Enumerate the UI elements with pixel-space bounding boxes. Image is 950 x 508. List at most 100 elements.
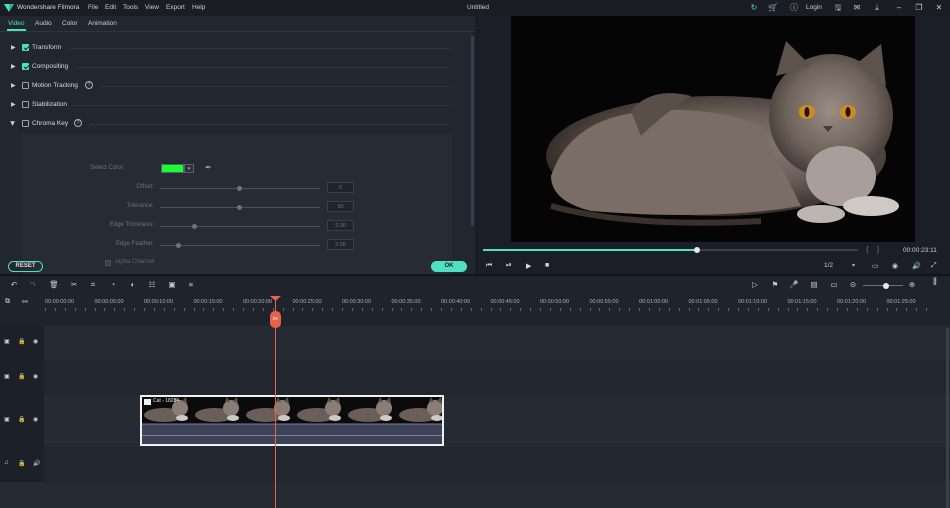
playback-progress[interactable] bbox=[483, 247, 858, 253]
video-clip[interactable]: Cat - 18284 bbox=[140, 395, 444, 446]
undo-icon[interactable]: ↶ bbox=[9, 280, 19, 289]
menu-view[interactable]: View bbox=[145, 4, 159, 11]
offset-value[interactable]: 0 bbox=[327, 182, 354, 193]
section-stabilization[interactable]: ▶ Stabilization bbox=[0, 96, 470, 114]
play-icon[interactable]: ▶ bbox=[526, 262, 531, 270]
offset-slider[interactable] bbox=[160, 185, 320, 191]
speaker-icon[interactable]: 🔊 bbox=[33, 460, 40, 467]
fit-icon[interactable]: ▣ bbox=[167, 280, 177, 289]
compositing-checkbox[interactable] bbox=[22, 63, 29, 70]
progress-knob[interactable] bbox=[693, 247, 700, 253]
help-icon[interactable]: ? bbox=[85, 81, 93, 89]
tab-audio[interactable]: Audio bbox=[35, 20, 52, 27]
link-icon[interactable]: ⚯ bbox=[22, 298, 28, 306]
volume-icon[interactable]: 🔊 bbox=[912, 262, 921, 270]
track-lane[interactable] bbox=[44, 326, 950, 360]
subtitle-icon[interactable]: ▭ bbox=[829, 280, 839, 289]
slider-knob[interactable] bbox=[237, 185, 242, 191]
expand-arrow-icon[interactable]: ▶ bbox=[11, 63, 16, 70]
mark-in-out-icon[interactable]: {} bbox=[866, 245, 887, 254]
lock-icon[interactable]: 🔒 bbox=[18, 460, 25, 467]
snapshot-icon[interactable]: ◉ bbox=[892, 262, 898, 270]
eye-icon[interactable]: ◉ bbox=[33, 416, 38, 423]
chroma-key-checkbox[interactable] bbox=[22, 120, 29, 127]
section-compositing[interactable]: ▶ Compositing bbox=[0, 58, 470, 76]
cut-icon[interactable]: ✂ bbox=[69, 280, 79, 289]
chevron-down-icon[interactable]: ▾ bbox=[184, 164, 194, 173]
edge-feather-value[interactable]: 2.00 bbox=[327, 239, 354, 250]
panel-scrollbar[interactable] bbox=[471, 36, 474, 226]
close-icon[interactable]: ✕ bbox=[933, 2, 945, 14]
eye-icon[interactable]: ◉ bbox=[33, 373, 38, 380]
playback-ratio[interactable]: 1/2 bbox=[824, 262, 833, 269]
track-lane[interactable] bbox=[44, 447, 950, 482]
menu-edit[interactable]: Edit bbox=[105, 4, 116, 11]
help-icon[interactable]: ? bbox=[74, 119, 82, 127]
transform-checkbox[interactable] bbox=[22, 44, 29, 51]
zoom-knob[interactable] bbox=[883, 282, 889, 289]
tolerance-slider[interactable] bbox=[160, 204, 320, 210]
collapse-arrow-icon[interactable]: ▶ bbox=[9, 121, 16, 126]
zoom-out-icon[interactable]: ⊝ bbox=[848, 280, 858, 289]
voiceover-icon[interactable]: ▤ bbox=[809, 280, 819, 289]
restore-icon[interactable]: ❐ bbox=[913, 2, 925, 14]
save-icon[interactable]: 🖫 bbox=[832, 2, 844, 14]
edge-feather-slider[interactable] bbox=[160, 242, 320, 248]
section-motion-tracking[interactable]: ▶ Motion Tracking ? bbox=[0, 77, 470, 95]
login-button[interactable]: Login bbox=[806, 4, 822, 11]
slider-knob[interactable] bbox=[176, 242, 181, 248]
cart-icon[interactable]: 🛒 bbox=[767, 2, 779, 14]
menu-help[interactable]: Help bbox=[192, 4, 205, 11]
menu-file[interactable]: File bbox=[88, 4, 98, 11]
menu-export[interactable]: Export bbox=[166, 4, 185, 11]
audio-adjust-icon[interactable]: ≡ bbox=[186, 280, 196, 289]
tab-video[interactable]: Video bbox=[8, 20, 25, 27]
ok-button[interactable]: OK bbox=[431, 261, 467, 272]
mic-icon[interactable]: 🎤 bbox=[789, 280, 799, 289]
track-lane[interactable] bbox=[44, 360, 950, 395]
fullscreen-icon[interactable]: ⤢ bbox=[931, 262, 937, 270]
delete-icon[interactable]: 🗑 bbox=[49, 280, 59, 289]
stop-icon[interactable]: ■ bbox=[545, 262, 549, 269]
timeline-ruler[interactable]: 00:00:00:00 00:00:05:00 00:00:10:00 00:00:1… bbox=[0, 294, 950, 312]
scissor-icon[interactable]: ✂ bbox=[270, 311, 281, 328]
info-icon[interactable]: ⓘ bbox=[788, 2, 800, 14]
chevron-down-icon[interactable]: ▾ bbox=[852, 262, 855, 269]
reset-button[interactable]: RESET bbox=[8, 261, 43, 272]
expand-arrow-icon[interactable]: ▶ bbox=[11, 101, 16, 108]
color-icon[interactable]: ◐ bbox=[128, 280, 138, 289]
previous-frame-icon[interactable]: ⏮ bbox=[486, 262, 492, 270]
sync-icon[interactable]: ↻ bbox=[748, 2, 760, 14]
eyedropper-icon[interactable]: ✒ bbox=[205, 163, 212, 172]
add-track-icon[interactable]: ⧉ bbox=[5, 298, 10, 306]
eye-icon[interactable]: ◉ bbox=[33, 338, 38, 345]
motion-tracking-checkbox[interactable] bbox=[22, 82, 29, 89]
slider-knob[interactable] bbox=[237, 204, 242, 210]
step-play-icon[interactable]: ⏯ bbox=[506, 262, 512, 270]
empty-track-area[interactable] bbox=[0, 482, 950, 508]
download-icon[interactable]: ⤓ bbox=[871, 2, 883, 14]
crop-icon[interactable]: ⌗ bbox=[88, 280, 98, 290]
tab-color[interactable]: Color bbox=[62, 20, 78, 27]
green-screen-icon[interactable]: ☷ bbox=[147, 280, 157, 289]
minimize-icon[interactable]: – bbox=[893, 2, 905, 14]
expand-arrow-icon[interactable]: ▶ bbox=[11, 82, 16, 89]
section-transform[interactable]: ▶ Transform bbox=[0, 39, 470, 57]
zoom-in-icon[interactable]: ⊕ bbox=[907, 280, 917, 289]
section-chroma-key[interactable]: ▶ Chroma Key ? bbox=[0, 115, 470, 133]
lock-icon[interactable]: 🔒 bbox=[18, 338, 25, 345]
stabilization-checkbox[interactable] bbox=[22, 101, 29, 108]
pause-bars-icon[interactable]: ‖ bbox=[930, 277, 940, 288]
edge-thickness-value[interactable]: 2.00 bbox=[327, 220, 354, 231]
render-icon[interactable]: ▷ bbox=[750, 280, 760, 289]
tolerance-value[interactable]: 50 bbox=[327, 201, 354, 212]
lock-icon[interactable]: 🔒 bbox=[18, 416, 25, 423]
timeline-scrollbar[interactable] bbox=[946, 328, 949, 508]
display-icon[interactable]: ▭ bbox=[872, 262, 879, 270]
lock-icon[interactable]: 🔒 bbox=[18, 373, 25, 380]
message-icon[interactable]: ✉ bbox=[851, 2, 863, 14]
menu-tools[interactable]: Tools bbox=[123, 4, 138, 11]
speed-icon[interactable]: ◔ bbox=[108, 280, 118, 289]
expand-arrow-icon[interactable]: ▶ bbox=[11, 44, 16, 51]
slider-knob[interactable] bbox=[192, 223, 197, 229]
